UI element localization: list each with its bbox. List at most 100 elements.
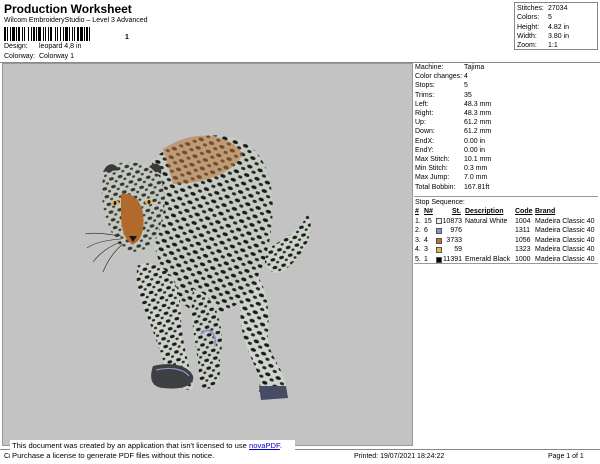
color-swatch (436, 256, 442, 263)
row-stitches: 3733 (446, 236, 462, 244)
design-preview (2, 63, 413, 446)
stops-row: Stops: 5 (415, 82, 468, 90)
col-header-brand: Brand (535, 208, 556, 215)
barcode-bar (12, 27, 15, 41)
endx-row: EndX: 0.00 in (415, 137, 486, 145)
barcode-bar (18, 27, 20, 41)
barcode-bar (80, 27, 83, 41)
barcode-bar (50, 27, 52, 41)
barcode-bar (24, 27, 25, 41)
total-bobbin-row: Total Bobbin: 167.81ft (415, 183, 490, 191)
barcode-number: 1 (125, 34, 129, 41)
barcode-bar (33, 27, 35, 41)
row-stitches: 976 (450, 227, 462, 235)
barcode-bar (45, 27, 46, 41)
barcode-bar (38, 27, 41, 41)
endy-row: EndY: 0.00 in (415, 146, 486, 154)
machine-row: Machine: Tajima (415, 64, 485, 71)
barcode-bar (72, 27, 73, 41)
barcode-bar (60, 27, 61, 41)
row-needle: 15 (424, 217, 432, 225)
row-needle: 4 (424, 236, 428, 244)
col-header-description: Description (465, 208, 504, 215)
barcode-bar (28, 27, 29, 41)
row-brand: Madeira Classic 40 (535, 217, 595, 225)
row-index: 2. (415, 227, 421, 235)
stat-colors: Colors: 5 (517, 14, 552, 22)
row-code: 1323 (515, 246, 531, 254)
design-stats-box: Stitches: 27034 Colors: 5 Height: 4.82 in W… (514, 2, 598, 50)
stat-stitches: Stitches: 27034 (517, 5, 568, 12)
color-swatch (436, 237, 442, 244)
stat-height: Height: 4.82 in (517, 23, 570, 31)
col-header-stitches: St. (452, 208, 461, 215)
colorway-row: Colorway: Colorway 1 (4, 53, 74, 60)
col-header-needle: N# (424, 208, 433, 215)
row-stitches: 10873 (442, 217, 462, 225)
printed-date: Printed: 19/07/2021 18:24:22 (354, 453, 445, 460)
design-row: Design: leopard 4,8 in (4, 43, 81, 50)
table-bottom-divider (414, 263, 598, 264)
page-title: Production Worksheet (4, 2, 132, 16)
colorway-label: Colorway: (4, 53, 36, 60)
software-name: Wilcom EmbroideryStudio – Level 3 Advanc… (4, 17, 148, 24)
row-stitches: 59 (454, 246, 462, 254)
notice-line-1: This document was created by an applicat… (12, 441, 282, 450)
col-header-index: # (415, 208, 419, 215)
min-stitch-row: Min Stitch: 0.3 mm (415, 165, 488, 173)
color-swatch (436, 247, 442, 254)
barcode-bar (10, 27, 11, 41)
down-row: Down: 61.2 mm (415, 128, 492, 136)
barcode-bar (4, 27, 6, 41)
section-divider (414, 196, 598, 197)
novapdf-link[interactable]: novaPDF (249, 441, 280, 450)
barcode-bar (65, 27, 68, 41)
novapdf-notice: This document was created by an applicat… (10, 440, 295, 462)
color-swatch (436, 227, 442, 234)
row-description: Natural White (465, 217, 508, 225)
barcode-bar (16, 27, 17, 41)
row-needle: 3 (424, 246, 428, 254)
up-row: Up: 61.2 mm (415, 119, 492, 127)
page-number: Page 1 of 1 (548, 453, 584, 460)
colorway-value: Colorway 1 (39, 53, 75, 60)
barcode-bar (22, 27, 23, 41)
row-index: 3. (415, 236, 421, 244)
barcode-bar (74, 27, 75, 41)
stat-width: Width: 3.80 in (517, 32, 570, 40)
barcode-bar (31, 27, 32, 41)
leopard-embroidery-image (84, 135, 311, 400)
row-brand: Madeira Classic 40 (535, 246, 595, 254)
barcode-bar (89, 27, 90, 41)
row-code: 1056 (515, 236, 531, 244)
max-jump-row: Max Jump: 7.0 mm (415, 174, 488, 182)
right-row: Right: 48.3 mm (415, 110, 492, 117)
design-label: Design: (4, 43, 28, 50)
col-header-code: Code (515, 208, 533, 215)
row-code: 1311 (515, 227, 531, 235)
barcode-bar (63, 27, 64, 41)
barcode-bar (43, 27, 44, 41)
row-index: 4. (415, 246, 421, 254)
barcode-bar (55, 27, 56, 41)
barcode-bar (48, 27, 49, 41)
barcode-bar (77, 27, 79, 41)
color-changes-row: Color changes: 4 (415, 73, 468, 81)
barcode-bar (84, 27, 85, 41)
design-value: leopard 4,8 in (39, 43, 82, 50)
barcode-bar (7, 27, 8, 41)
stat-zoom: Zoom: 1:1 (517, 42, 558, 50)
trims-row: Trims: 35 (415, 91, 472, 99)
row-code: 1004 (515, 217, 531, 225)
row-index: 1. (415, 217, 421, 225)
barcode-bar (69, 27, 70, 41)
machine-info-panel: Machine: Tajima Color changes: 4 Stops: 5 T… (414, 63, 598, 446)
barcode (4, 27, 90, 41)
barcode-bar (36, 27, 37, 41)
barcode-bar (57, 27, 58, 41)
stop-sequence-heading: Stop Sequence: (415, 199, 465, 206)
barcode-bar (86, 27, 88, 41)
left-row: Left: 48.3 mm (415, 100, 492, 108)
color-swatch (436, 218, 442, 225)
row-needle: 6 (424, 227, 428, 235)
